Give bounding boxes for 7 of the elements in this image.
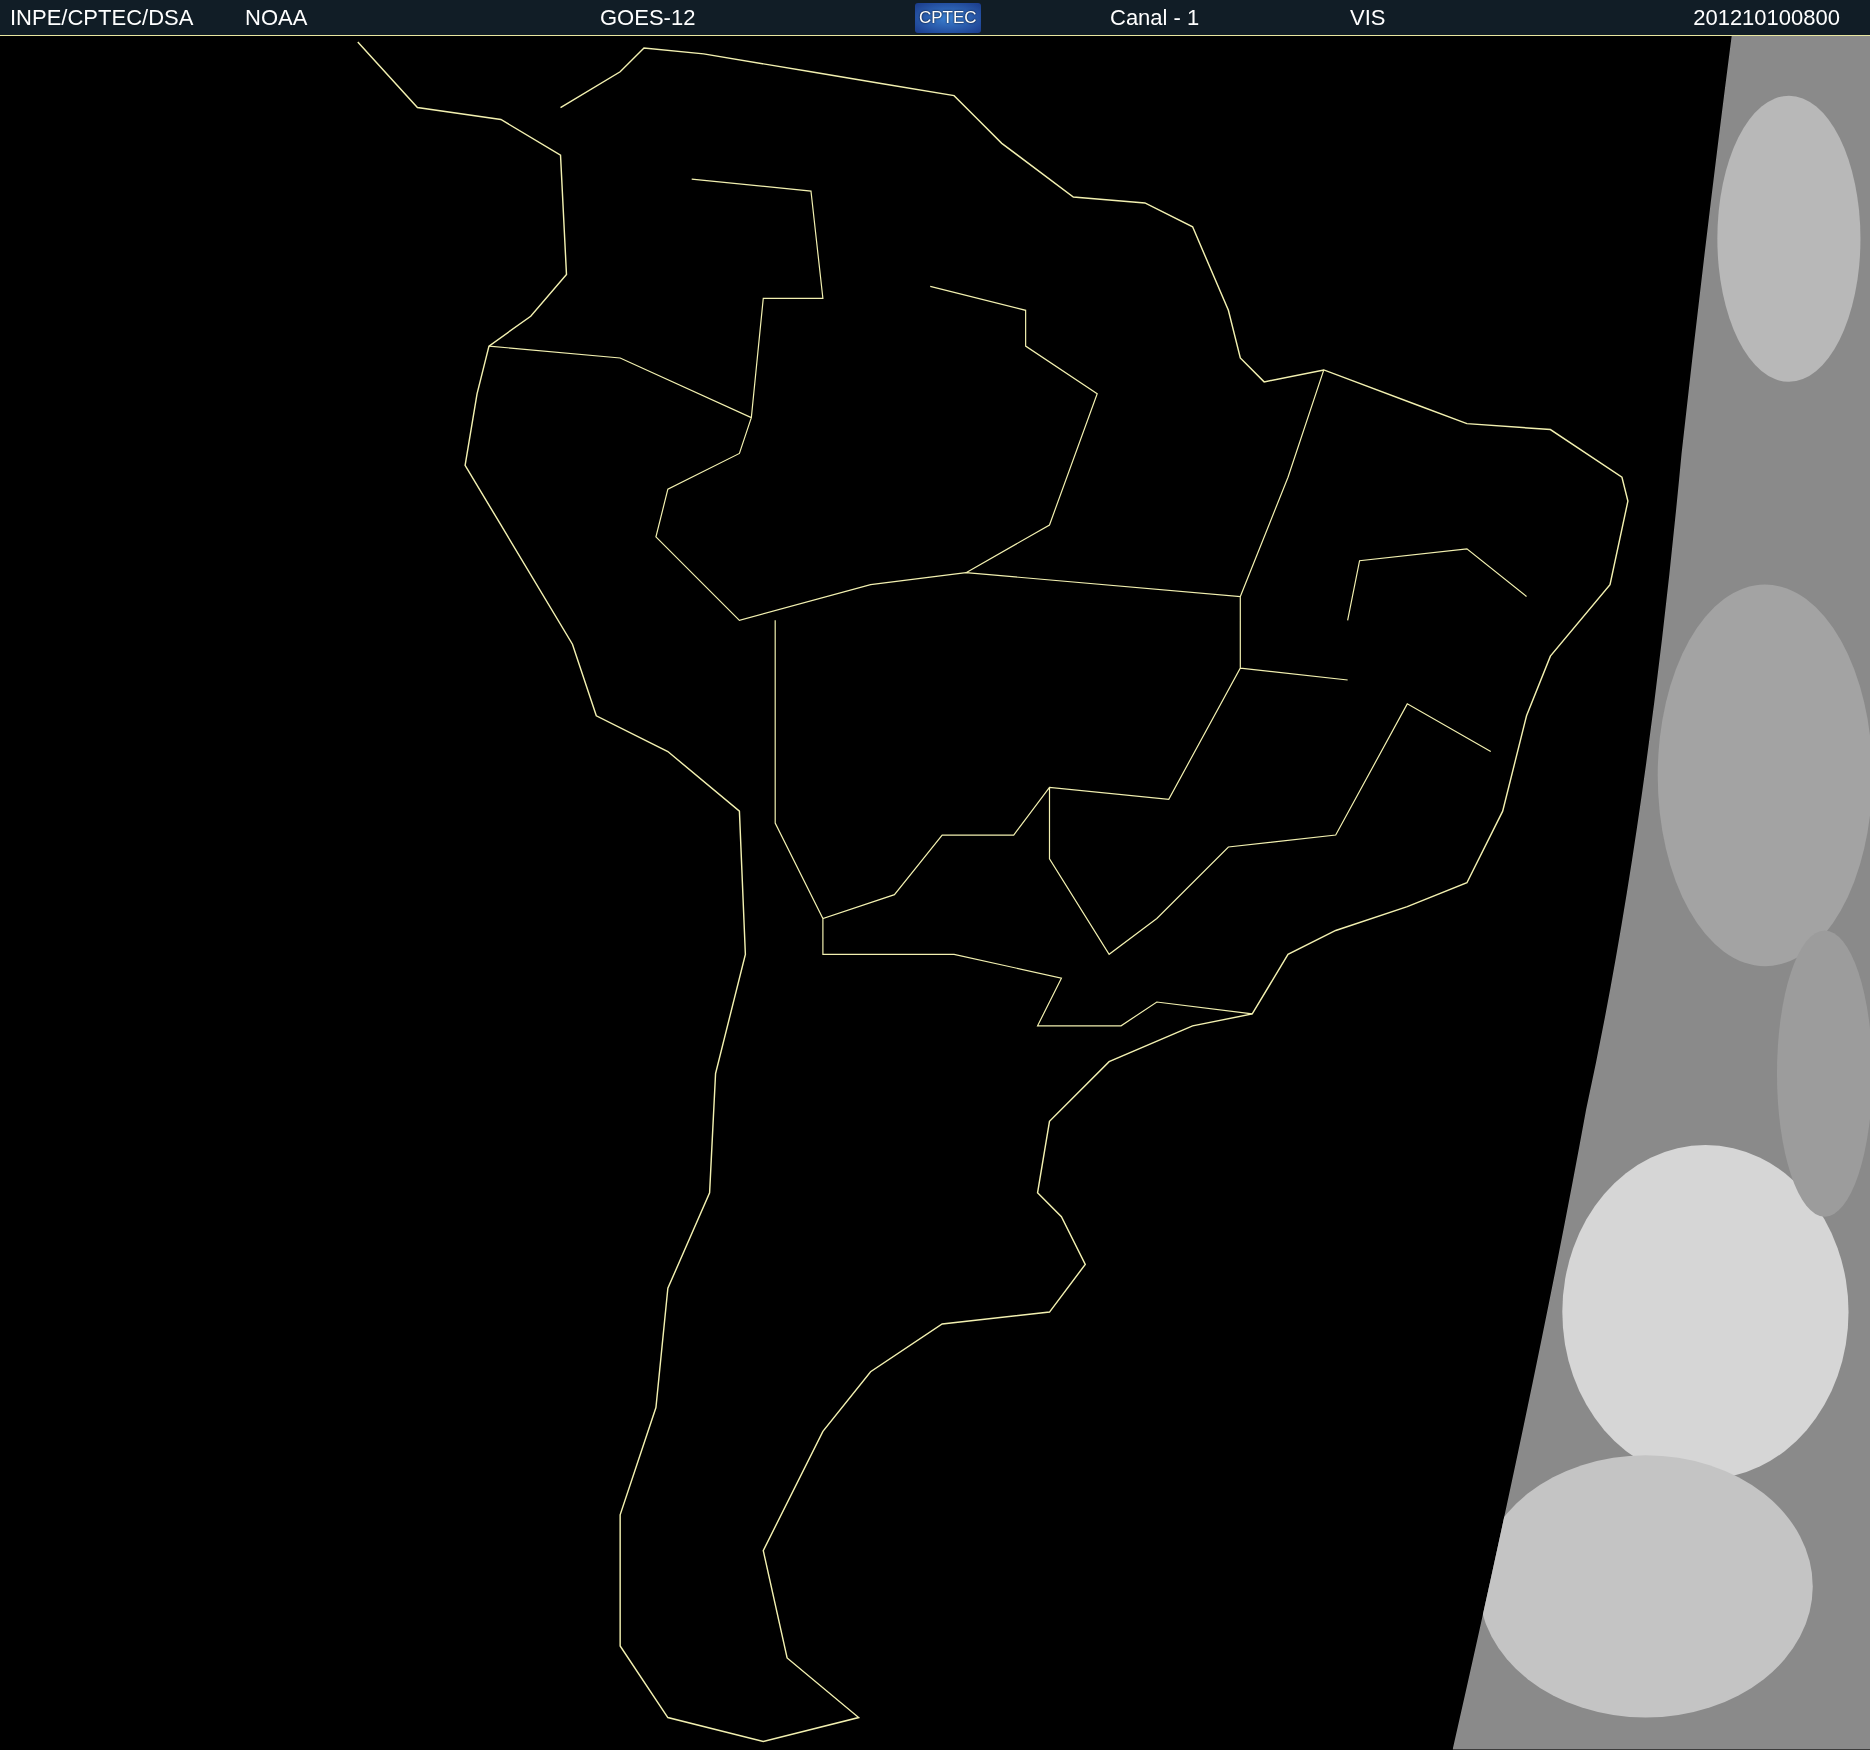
header-label: Canal - 1	[1110, 4, 1200, 31]
header-label: GOES-12	[600, 4, 696, 31]
header-label: 201210100800	[1693, 4, 1840, 31]
header-label: VIS	[1350, 4, 1386, 31]
header-label: NOAA	[245, 4, 308, 31]
logo: CPTEC	[915, 2, 981, 33]
header-label: INPE/CPTEC/DSA	[10, 4, 194, 31]
